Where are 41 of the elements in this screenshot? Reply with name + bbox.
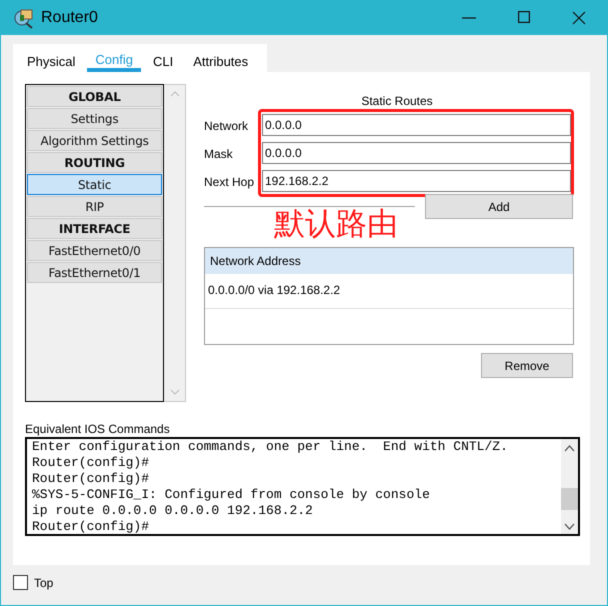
nav-item[interactable]: FastEthernet0/0 (27, 240, 162, 261)
section-header[interactable]: INTERFACE (27, 218, 162, 239)
input-field[interactable]: 0.0.0.0 (262, 142, 571, 164)
input-field[interactable]: 192.168.2.2 (262, 170, 571, 192)
console-line: Router(config)# (32, 519, 150, 535)
field-label: Network (204, 118, 250, 135)
section-header[interactable]: ROUTING (27, 152, 162, 173)
nav-item[interactable]: Static (27, 174, 162, 195)
router-icon (13, 6, 35, 28)
console-title: Equivalent IOS Commands (25, 422, 171, 436)
tab[interactable]: Attributes (185, 44, 256, 72)
section-header[interactable]: GLOBAL (27, 86, 162, 107)
console-line: Enter configuration commands, one per line. End with CNTL/Z. (32, 439, 509, 455)
checkbox[interactable] (13, 575, 28, 590)
maximize-icon[interactable] (518, 10, 530, 22)
scroll-up-icon[interactable] (564, 445, 575, 452)
field-label: Mask (204, 146, 234, 163)
input-field[interactable]: 0.0.0.0 (262, 114, 571, 136)
console-line: ip route 0.0.0.0 0.0.0.0 192.168.2.2 (32, 503, 314, 519)
section-title: Static Routes (361, 94, 433, 108)
checkbox-label: Top (34, 576, 54, 590)
table-row[interactable]: 0.0.0.0/0 via 192.168.2.2 (205, 274, 573, 309)
nav-item[interactable]: Settings (27, 108, 162, 129)
nav-item[interactable]: Algorithm Settings (27, 130, 162, 151)
add-button[interactable]: Add (425, 194, 573, 219)
scroll-down-icon[interactable] (564, 523, 575, 530)
tab[interactable]: CLI (145, 44, 182, 72)
tab[interactable]: Physical (19, 44, 84, 72)
nav-item[interactable]: RIP (27, 196, 162, 217)
close-icon[interactable] (572, 10, 586, 24)
column-header: Network Address (205, 248, 573, 274)
scrollbar[interactable] (561, 439, 578, 534)
remove-button[interactable]: Remove (481, 353, 573, 378)
annotation-text: 默认路由 (274, 209, 398, 240)
field-label: Next Hop (204, 174, 256, 191)
console-line: %SYS-5-CONFIG_I: Configured from console by console (32, 487, 431, 503)
window-title: Router0 (41, 8, 99, 26)
console-line: Router(config)# (32, 455, 150, 471)
console-line: Router(config)# (32, 471, 150, 487)
scroll-thumb[interactable] (561, 488, 578, 510)
nav-item[interactable]: FastEthernet0/1 (27, 262, 162, 283)
